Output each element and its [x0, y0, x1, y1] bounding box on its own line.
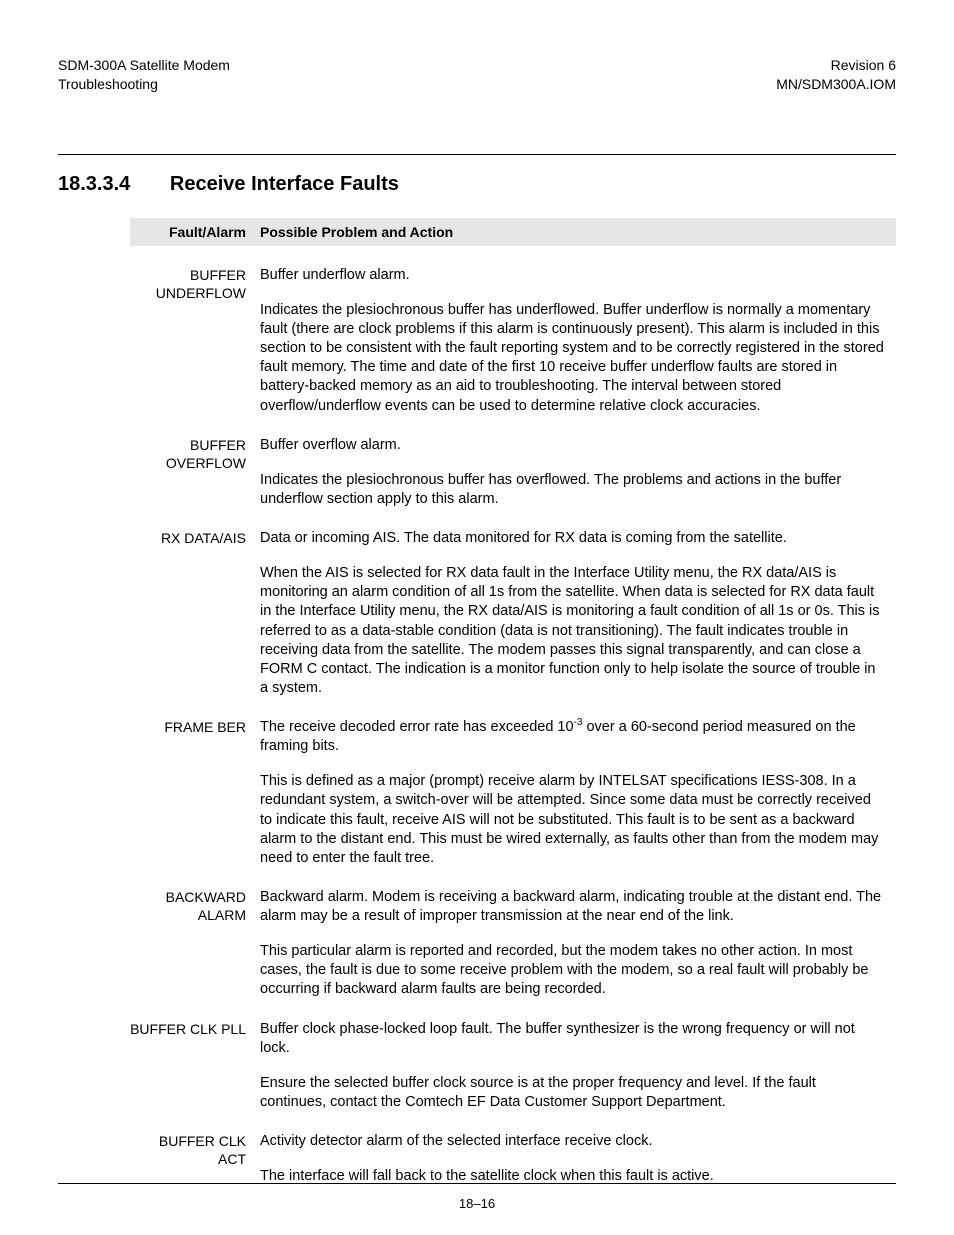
header-rule — [58, 154, 896, 155]
table-header-problem: Possible Problem and Action — [260, 224, 896, 240]
paragraph: Buffer overflow alarm. — [260, 436, 884, 455]
paragraph: The receive decoded error rate has excee… — [260, 718, 884, 756]
table-header-row: Fault/Alarm Possible Problem and Action — [130, 218, 896, 246]
section-title: Receive Interface Faults — [170, 173, 399, 195]
paragraph: Indicates the plesiochronous buffer has … — [260, 471, 884, 509]
table-header-fault: Fault/Alarm — [130, 224, 260, 240]
paragraph: Buffer underflow alarm. — [260, 266, 884, 285]
fault-description: Activity detector alarm of the selected … — [260, 1132, 896, 1186]
table-row: BACKWARDALARMBackward alarm. Modem is re… — [130, 868, 896, 1000]
fault-name: FRAME BER — [130, 718, 260, 868]
table-row: BUFFEROVERFLOWBuffer overflow alarm. Indi… — [130, 416, 896, 509]
section-number: 18.3.3.4 — [58, 173, 166, 196]
paragraph: Backward alarm. Modem is receiving a bac… — [260, 888, 884, 926]
paragraph: Activity detector alarm of the selected … — [260, 1132, 884, 1151]
page-header: SDM-300A Satellite Modem Troubleshooting… — [58, 56, 896, 94]
header-revision: Revision 6 — [776, 56, 896, 75]
paragraph: Data or incoming AIS. The data monitored… — [260, 529, 884, 548]
fault-name: RX DATA/AIS — [130, 529, 260, 698]
paragraph: Buffer clock phase-locked loop fault. Th… — [260, 1020, 884, 1058]
fault-description: The receive decoded error rate has excee… — [260, 718, 896, 868]
header-section: Troubleshooting — [58, 75, 230, 94]
paragraph: Ensure the selected buffer clock source … — [260, 1074, 884, 1112]
faults-table: Fault/Alarm Possible Problem and Action … — [130, 218, 896, 1187]
paragraph: Indicates the plesiochronous buffer has … — [260, 301, 884, 416]
table-row: BUFFER CLK PLLBuffer clock phase-locked … — [130, 1000, 896, 1113]
fault-description: Backward alarm. Modem is receiving a bac… — [260, 888, 896, 1000]
fault-name: BUFFER CLK ACT — [130, 1132, 260, 1186]
section-heading: 18.3.3.4 Receive Interface Faults — [58, 173, 896, 196]
fault-name: BUFFERUNDERFLOW — [130, 266, 260, 416]
table-row: BUFFER CLK ACTActivity detector alarm of… — [130, 1112, 896, 1186]
paragraph: When the AIS is selected for RX data fau… — [260, 564, 884, 698]
footer-rule — [58, 1183, 896, 1184]
fault-name: BUFFER CLK PLL — [130, 1020, 260, 1113]
fault-description: Data or incoming AIS. The data monitored… — [260, 529, 896, 698]
page: SDM-300A Satellite Modem Troubleshooting… — [0, 0, 954, 1235]
page-number: 18–16 — [0, 1196, 954, 1211]
header-right: Revision 6 MN/SDM300A.IOM — [776, 56, 896, 94]
fault-description: Buffer overflow alarm. Indicates the ples… — [260, 436, 896, 509]
paragraph: This particular alarm is reported and re… — [260, 942, 884, 999]
fault-name: BACKWARDALARM — [130, 888, 260, 1000]
header-product: SDM-300A Satellite Modem — [58, 56, 230, 75]
table-row: FRAME BERThe receive decoded error rate … — [130, 698, 896, 868]
table-row: RX DATA/AISData or incoming AIS. The dat… — [130, 509, 896, 698]
fault-description: Buffer clock phase-locked loop fault. Th… — [260, 1020, 896, 1113]
header-docid: MN/SDM300A.IOM — [776, 75, 896, 94]
fault-name: BUFFEROVERFLOW — [130, 436, 260, 509]
header-left: SDM-300A Satellite Modem Troubleshooting — [58, 56, 230, 94]
table-row: BUFFERUNDERFLOWBuffer underflow alarm. In… — [130, 246, 896, 416]
paragraph: This is defined as a major (prompt) rece… — [260, 772, 884, 868]
fault-description: Buffer underflow alarm. Indicates the ple… — [260, 266, 896, 416]
